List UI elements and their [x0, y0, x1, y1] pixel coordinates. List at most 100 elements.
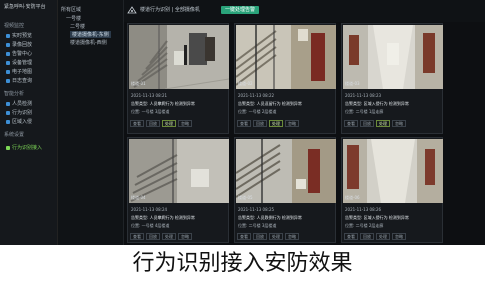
camera-feed[interactable]: 楼道-05 — [236, 139, 336, 203]
sidebar-item-devices[interactable]: 设备管理 — [6, 59, 32, 66]
camera-label: 楼道-02 — [238, 81, 253, 86]
camera-label: 楼道-01 — [131, 81, 146, 86]
ignore-button[interactable]: 忽略 — [392, 233, 406, 240]
ignore-button[interactable]: 忽略 — [392, 120, 406, 127]
sidebar-item-label: 人员检测 — [12, 101, 33, 107]
sidebar-section-analysis[interactable]: 智能分析 — [4, 90, 24, 97]
link-icon — [6, 145, 10, 150]
tree-root[interactable]: 所有区域 — [61, 6, 81, 13]
preview-icon — [6, 33, 10, 38]
sidebar-item-intrusion[interactable]: 区域入侵 — [6, 118, 32, 125]
sidebar-item-label: 设备管理 — [12, 60, 33, 66]
camera-feed[interactable]: 楼道-06 — [343, 139, 443, 203]
playback-button[interactable]: 回放 — [360, 233, 374, 240]
sidebar-item-playback[interactable]: 录像回放 — [6, 41, 32, 48]
sidebar-item-label: 告警中心 — [12, 51, 33, 57]
ignore-button[interactable]: 忽略 — [285, 233, 299, 240]
camera-card[interactable]: 楼道-06 2021-11-13 08:26 告警类型: 区域入侵行为 检测到异… — [341, 137, 443, 243]
view-button[interactable]: 查看 — [344, 120, 358, 127]
sidebar-item-behavior[interactable]: 行为识别 — [6, 109, 32, 116]
camera-label: 楼道-05 — [238, 195, 253, 200]
playback-button[interactable]: 回放 — [253, 120, 267, 127]
view-button[interactable]: 查看 — [237, 233, 251, 240]
sidebar-item-map[interactable]: 电子地图 — [6, 68, 32, 75]
sidebar-item-logs[interactable]: 日志查询 — [6, 77, 32, 84]
sidebar-item-label: 录像回放 — [12, 42, 33, 48]
alarm-type: 告警类型: 人员攀爬行为 检测到异常 — [131, 215, 195, 220]
camera-card[interactable]: 楼道-03 2021-11-13 08:23 告警类型: 区域入侵行为 检测到异… — [341, 23, 443, 134]
alarm-icon — [6, 51, 10, 56]
handle-button[interactable]: 处理 — [162, 120, 176, 127]
playback-button[interactable]: 回放 — [253, 233, 267, 240]
view-tab[interactable]: 楼道行为识别 | 全部摄像机 — [140, 6, 200, 13]
alarm-time: 2021-11-13 08:26 — [345, 207, 382, 212]
app-window: 紧急呼叫·安防平台 视频监控 实时预览 录像回放 告警中心 设备管理 电子地图 … — [0, 0, 485, 245]
handle-button[interactable]: 处理 — [376, 233, 390, 240]
alarm-location: 位置: 一号楼 4层楼道 — [131, 223, 170, 228]
ignore-button[interactable]: 忽略 — [178, 233, 192, 240]
sidebar-item-preview[interactable]: 实时预览 — [6, 32, 32, 39]
intrusion-icon — [6, 119, 10, 124]
device-icon — [6, 60, 10, 65]
camera-feed[interactable]: 楼道-01 — [129, 25, 229, 89]
sidebar: 紧急呼叫·安防平台 视频监控 实时预览 录像回放 告警中心 设备管理 电子地图 … — [0, 0, 58, 245]
alarm-location: 位置: 一号楼 2层楼道 — [238, 109, 277, 114]
sidebar-item-person[interactable]: 人员检测 — [6, 100, 32, 107]
sidebar-item-label: 实时预览 — [12, 33, 33, 39]
caption: 行为识别接入安防效果 — [132, 251, 353, 276]
camera-label: 楼道-06 — [345, 195, 360, 200]
ignore-button[interactable]: 忽略 — [178, 120, 192, 127]
camera-feed[interactable]: 楼道-03 — [343, 25, 443, 89]
view-button[interactable]: 查看 — [237, 120, 251, 127]
view-button[interactable]: 查看 — [130, 120, 144, 127]
log-icon — [6, 78, 10, 83]
ignore-button[interactable]: 忽略 — [285, 120, 299, 127]
tree-node-camera-east[interactable]: 楼道摄像机-东侧 — [70, 31, 111, 38]
alarm-time: 2021-11-13 08:24 — [131, 207, 168, 212]
alarm-type: 告警类型: 区域入侵行为 检测到异常 — [345, 215, 409, 220]
alarm-time: 2021-11-13 08:25 — [238, 207, 275, 212]
alarm-time: 2021-11-13 08:22 — [238, 93, 275, 98]
camera-feed[interactable]: 楼道-02 — [236, 25, 336, 89]
handle-button[interactable]: 处理 — [269, 233, 283, 240]
playback-button[interactable]: 回放 — [360, 120, 374, 127]
alarm-type: 告警类型: 人员攀爬行为 检测到异常 — [131, 101, 195, 106]
handle-button[interactable]: 处理 — [269, 120, 283, 127]
sidebar-section-video[interactable]: 视频监控 — [4, 22, 24, 29]
cloud-icon — [127, 6, 137, 14]
view-button[interactable]: 查看 — [344, 233, 358, 240]
camera-card[interactable]: 楼道-05 2021-11-13 08:25 告警类型: 人员跌倒行为 检测到异… — [234, 137, 336, 243]
tree-node-camera-west[interactable]: 楼道摄像机-西侧 — [70, 39, 107, 46]
device-tree: 所有区域 一号楼 二号楼 楼道摄像机-东侧 楼道摄像机-西侧 — [58, 0, 124, 245]
playback-button[interactable]: 回放 — [146, 233, 160, 240]
tree-node-building-1[interactable]: 一号楼 — [66, 15, 81, 22]
alarm-location: 位置: 一号楼 3层楼道 — [131, 109, 170, 114]
map-icon — [6, 69, 10, 74]
alarm-location: 位置: 二号楼 3层楼道 — [238, 223, 277, 228]
camera-card[interactable]: 楼道-01 2021-11-13 08:21 告警类型: 人员攀爬行为 检测到异… — [127, 23, 229, 134]
alarm-type: 告警类型: 人员跌倒行为 检测到异常 — [238, 215, 302, 220]
handle-button[interactable]: 处理 — [376, 120, 390, 127]
playback-button[interactable]: 回放 — [146, 120, 160, 127]
alarm-location: 位置: 二号楼 2层走廊 — [345, 223, 384, 228]
handle-button[interactable]: 处理 — [162, 233, 176, 240]
sidebar-item-label: 日志查询 — [12, 78, 33, 84]
sidebar-item-label: 行为识别 — [12, 110, 33, 116]
alarm-tab-button[interactable]: 一键处理告警 — [221, 6, 260, 14]
camera-label: 楼道-03 — [345, 81, 360, 86]
view-button[interactable]: 查看 — [130, 233, 144, 240]
alarm-location: 位置: 二号楼 1层走廊 — [345, 109, 384, 114]
camera-card[interactable]: 楼道-04 2021-11-13 08:24 告警类型: 人员攀爬行为 检测到异… — [127, 137, 229, 243]
sidebar-item-label: 电子地图 — [12, 69, 33, 75]
sidebar-item-behavior-access[interactable]: 行为识别接入 — [6, 144, 42, 151]
behavior-icon — [6, 110, 10, 115]
sidebar-item-label: 行为识别接入 — [12, 145, 43, 151]
alarm-time: 2021-11-13 08:21 — [131, 93, 168, 98]
app-title: 紧急呼叫·安防平台 — [4, 4, 46, 10]
camera-feed[interactable]: 楼道-04 — [129, 139, 229, 203]
sidebar-item-alarms[interactable]: 告警中心 — [6, 50, 32, 57]
tree-node-building-2[interactable]: 二号楼 — [70, 23, 85, 30]
sidebar-section-settings[interactable]: 系统设置 — [4, 131, 24, 138]
camera-card[interactable]: 楼道-02 2021-11-13 08:22 告警类型: 人员逗留行为 检测到异… — [234, 23, 336, 134]
alarm-time: 2021-11-13 08:23 — [345, 93, 382, 98]
